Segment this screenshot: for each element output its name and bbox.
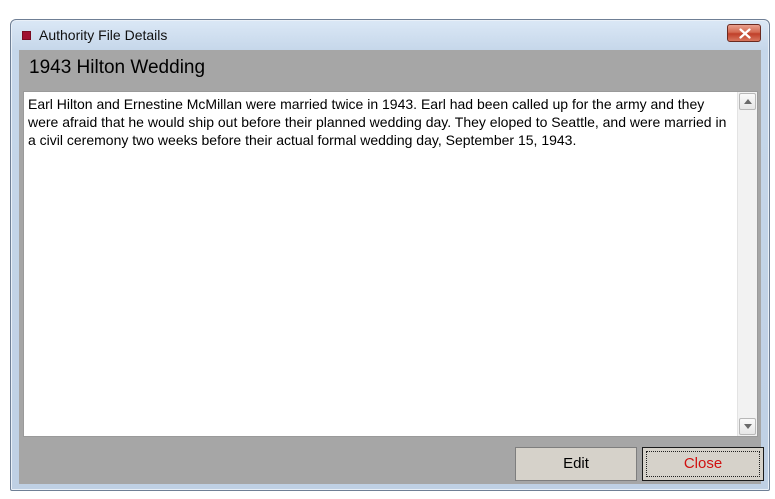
scroll-up-button[interactable] xyxy=(739,93,756,110)
window-close-button[interactable] xyxy=(727,24,761,42)
arrow-down-icon xyxy=(744,424,752,429)
details-text-area[interactable]: Earl Hilton and Ernestine McMillan were … xyxy=(23,91,758,437)
edit-button[interactable]: Edit xyxy=(515,447,637,481)
authority-file-details-window: Authority File Details 1943 Hilton Weddi… xyxy=(10,19,770,491)
details-text: Earl Hilton and Ernestine McMillan were … xyxy=(28,96,727,148)
close-button[interactable]: Close xyxy=(642,447,764,481)
close-x-icon xyxy=(739,28,751,39)
vertical-scrollbar[interactable] xyxy=(737,92,757,436)
record-heading: 1943 Hilton Wedding xyxy=(29,57,206,78)
edit-button-label: Edit xyxy=(563,455,589,472)
close-button-label: Close xyxy=(683,455,723,472)
dialog-content: 1943 Hilton Wedding Earl Hilton and Erne… xyxy=(19,50,764,484)
scroll-down-button[interactable] xyxy=(739,418,756,435)
window-title: Authority File Details xyxy=(39,27,168,43)
arrow-up-icon xyxy=(744,99,752,104)
app-icon xyxy=(22,31,31,40)
title-bar[interactable]: Authority File Details xyxy=(11,20,769,50)
